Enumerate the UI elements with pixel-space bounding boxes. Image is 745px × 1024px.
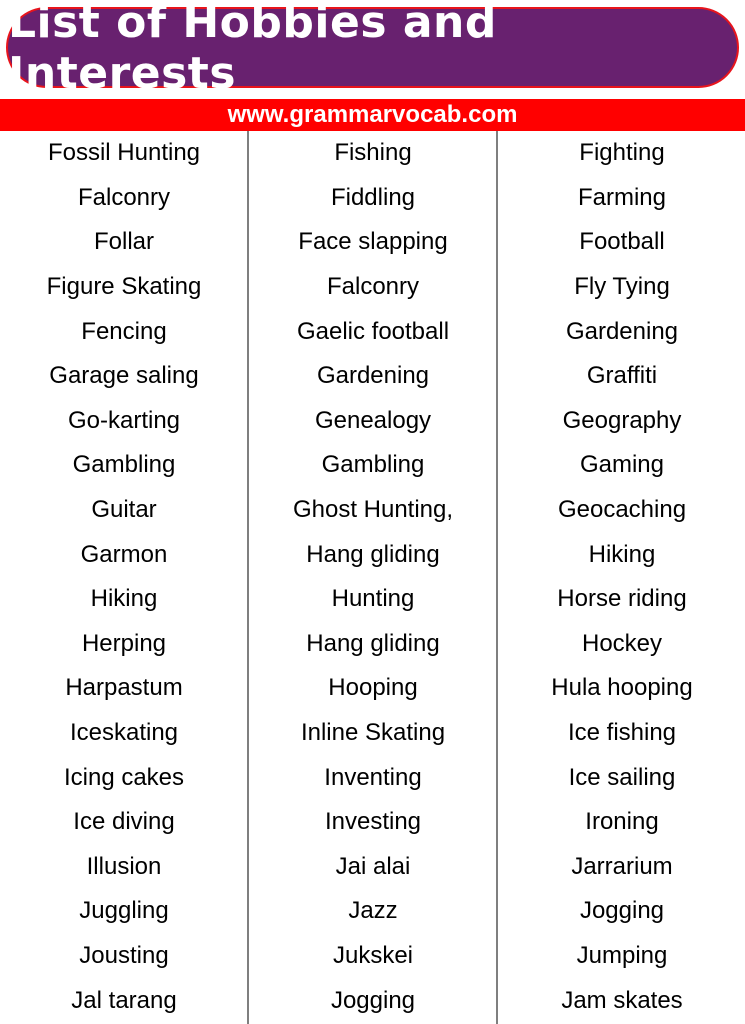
hobby-item: Ice sailing bbox=[568, 763, 676, 791]
hobby-item: Inventing bbox=[324, 763, 422, 791]
hobbies-column-1: Fossil Hunting Falconry Follar Figure Skati… bbox=[0, 131, 248, 1023]
hobby-item: Falconry bbox=[326, 273, 420, 301]
hobby-item: Herping bbox=[81, 629, 167, 657]
hobby-item: Fiddling bbox=[330, 183, 416, 211]
hobby-item: Guitar bbox=[91, 496, 157, 524]
hobby-item: Hunting bbox=[331, 585, 415, 613]
hobby-item: Jumping bbox=[576, 941, 668, 969]
hobby-item: Horse riding bbox=[557, 585, 687, 613]
hobby-item: Hooping bbox=[328, 674, 418, 702]
title-banner: List of Hobbies and Interests bbox=[6, 0, 739, 99]
hobby-item: Icing cakes bbox=[63, 763, 185, 791]
hobby-item: Inline Skating bbox=[300, 719, 446, 747]
hobby-item: Jai alai bbox=[335, 852, 411, 880]
hobby-item: Fossil Hunting bbox=[47, 139, 201, 167]
hobbies-column-2: Fishing Fiddling Face slapping Falconry Gael… bbox=[249, 131, 497, 1023]
url-banner: www.grammarvocab.com bbox=[0, 99, 745, 131]
hobby-item: Gambling bbox=[72, 451, 176, 479]
hobby-item: Gaming bbox=[579, 451, 665, 479]
hobby-item: Illusion bbox=[86, 852, 162, 880]
hobbies-column-3: Fighting Farming Football Fly Tying Gardenin… bbox=[498, 131, 745, 1023]
hobby-item: Fishing bbox=[334, 139, 412, 167]
hobby-item: Juggling bbox=[79, 897, 169, 925]
hobby-item: Garage saling bbox=[49, 362, 199, 390]
hobby-item: Farming bbox=[577, 183, 667, 211]
hobby-item: Ice fishing bbox=[567, 719, 677, 747]
hobby-item: Geography bbox=[562, 406, 682, 434]
hobby-item: Jam skates bbox=[561, 986, 683, 1014]
hobby-item: Harpastum bbox=[65, 674, 183, 702]
hobby-item: Gardening bbox=[565, 317, 679, 345]
hobby-item: Hockey bbox=[581, 629, 663, 657]
hobby-item: Fencing bbox=[81, 317, 167, 345]
hobby-item: Garmon bbox=[80, 540, 168, 568]
hobby-item: Face slapping bbox=[298, 228, 448, 256]
hobby-item: Fly Tying bbox=[574, 273, 670, 301]
page-title: List of Hobbies and Interests bbox=[8, 0, 497, 99]
hobby-item: Fighting bbox=[579, 139, 665, 167]
hobby-item: Graffiti bbox=[586, 362, 658, 390]
hobby-item: Gambling bbox=[321, 451, 425, 479]
hobby-item: Ironing bbox=[585, 808, 659, 836]
hobby-item: Hang gliding bbox=[306, 629, 440, 657]
hobby-item: Geocaching bbox=[557, 496, 687, 524]
hobby-item: Investing bbox=[324, 808, 422, 836]
hobby-item: Hiking bbox=[588, 540, 656, 568]
hobby-item: Football bbox=[579, 228, 665, 256]
hobby-item: Hula hooping bbox=[551, 674, 693, 702]
hobby-item: Jazz bbox=[348, 897, 398, 925]
hobby-item: Go-karting bbox=[67, 406, 181, 434]
hobby-item: Jousting bbox=[79, 941, 169, 969]
hobby-item: Falconry bbox=[77, 183, 171, 211]
hobby-item: Gaelic football bbox=[296, 317, 450, 345]
hobby-item: Jarrarium bbox=[571, 852, 673, 880]
hobby-item: Ice diving bbox=[73, 808, 175, 836]
hobby-item: Hiking bbox=[90, 585, 158, 613]
hobby-item: Jukskei bbox=[332, 941, 414, 969]
hobby-item: Genealogy bbox=[314, 406, 432, 434]
website-url: www.grammarvocab.com bbox=[227, 101, 518, 128]
hobby-item: Figure Skating bbox=[46, 273, 202, 301]
hobby-item: Jal tarang bbox=[71, 986, 177, 1014]
hobby-item: Iceskating bbox=[69, 719, 179, 747]
hobby-item: Hang gliding bbox=[306, 540, 440, 568]
hobby-item: Jogging bbox=[330, 986, 416, 1014]
hobby-item: Jogging bbox=[579, 897, 665, 925]
hobby-item: Gardening bbox=[316, 362, 430, 390]
hobby-item: Ghost Hunting, bbox=[292, 496, 454, 524]
hobby-item: Follar bbox=[93, 228, 154, 256]
